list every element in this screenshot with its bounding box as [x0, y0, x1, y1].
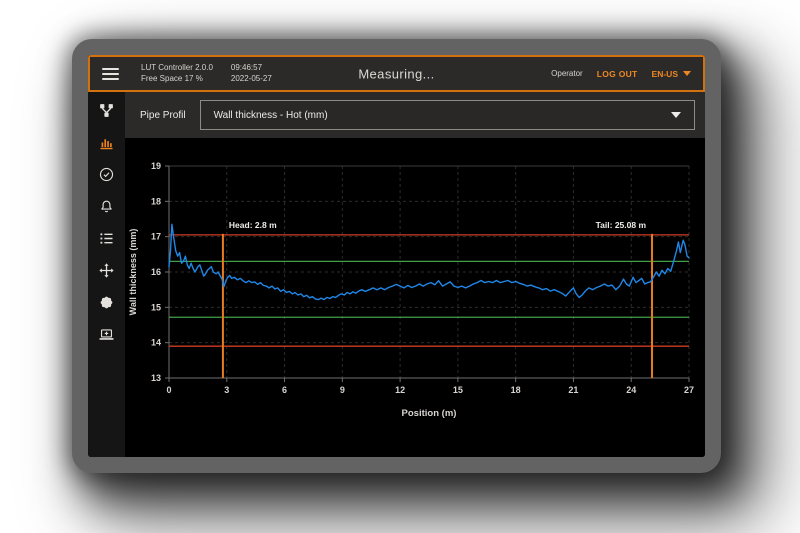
sidebar-item-checks[interactable]: [95, 165, 119, 184]
chevron-down-icon: [671, 112, 681, 118]
language-selector[interactable]: EN-US: [652, 69, 691, 79]
pipe-profile-label: Pipe Profil: [140, 110, 186, 121]
marker-label: Tail: 25.08 m: [596, 220, 647, 230]
marker-label: Head: 2.8 m: [229, 220, 277, 230]
y-tick-label: 19: [151, 161, 161, 171]
gear-icon: [98, 294, 115, 311]
main-content: Pipe Profil Wall thickness - Hot (mm) 0 3…: [125, 92, 705, 457]
move-icon: [98, 262, 115, 279]
sidebar-item-alarms[interactable]: [95, 197, 119, 216]
sidebar-item-move[interactable]: [95, 261, 119, 280]
pipe-profile-row: Pipe Profil Wall thickness - Hot (mm): [125, 92, 705, 138]
logout-button[interactable]: LOG OUT: [597, 69, 638, 79]
status-title: Measuring...: [358, 66, 434, 81]
chart-area: 0 3 6 9 12 15 18 21 24 27 13 14 15 16 17 18 19 Position (…: [125, 138, 705, 457]
x-tick-label: 27: [684, 385, 694, 395]
x-tick-label: 9: [340, 385, 345, 395]
x-tick-label: 24: [626, 385, 636, 395]
x-tick-label: 18: [511, 385, 521, 395]
user-role-label: Operator: [551, 69, 583, 78]
bell-icon: [98, 198, 115, 215]
app-body: Pipe Profil Wall thickness - Hot (mm) 0 3…: [88, 92, 705, 457]
sidebar-item-log[interactable]: [95, 229, 119, 248]
app-screen: LUT Controller 2.0.0 09:46:57 Free Space…: [88, 55, 705, 457]
x-tick-label: 15: [453, 385, 463, 395]
y-tick-label: 13: [151, 373, 161, 383]
y-tick-label: 15: [151, 302, 161, 312]
sidebar-item-chart[interactable]: [95, 133, 119, 152]
device-frame: LUT Controller 2.0.0 09:46:57 Free Space…: [72, 39, 721, 473]
laptop-plus-icon: [98, 326, 115, 343]
profile-select[interactable]: Wall thickness - Hot (mm): [200, 100, 695, 130]
date: 2022-05-27: [231, 75, 272, 83]
workflow-icon: [98, 102, 115, 119]
profile-select-value: Wall thickness - Hot (mm): [214, 110, 328, 121]
sidebar: [88, 92, 125, 457]
y-axis-title: Wall thickness (mm): [128, 229, 138, 316]
hamburger-icon: [102, 68, 119, 70]
x-tick-label: 6: [282, 385, 287, 395]
wall-thickness-chart: 0 3 6 9 12 15 18 21 24 27 13 14 15 16 17 18 19 Position (…: [125, 138, 705, 457]
sidebar-item-workflow[interactable]: [95, 101, 119, 120]
x-axis-title: Position (m): [402, 408, 457, 419]
clock: 09:46:57: [231, 64, 272, 72]
chevron-down-icon: [683, 71, 691, 76]
app-name: LUT Controller 2.0.0: [141, 64, 213, 72]
free-space: Free Space 17 %: [141, 75, 213, 83]
y-tick-label: 14: [151, 338, 161, 348]
y-tick-label: 17: [151, 232, 161, 242]
check-circle-icon: [98, 166, 115, 183]
x-tick-label: 21: [568, 385, 578, 395]
y-tick-label: 16: [151, 267, 161, 277]
top-bar-right: Operator LOG OUT EN-US: [551, 69, 691, 79]
page-background: LUT Controller 2.0.0 09:46:57 Free Space…: [0, 0, 800, 533]
sidebar-item-machine[interactable]: [95, 325, 119, 344]
language-value: EN-US: [652, 69, 678, 79]
y-tick-label: 18: [151, 196, 161, 206]
list-icon: [98, 230, 115, 247]
bar-chart-icon: [98, 134, 115, 151]
sidebar-item-settings[interactable]: [95, 293, 119, 312]
menu-button[interactable]: [102, 68, 119, 80]
x-tick-label: 3: [224, 385, 229, 395]
top-bar: LUT Controller 2.0.0 09:46:57 Free Space…: [88, 55, 705, 92]
app-info: LUT Controller 2.0.0 09:46:57 Free Space…: [141, 64, 272, 83]
x-tick-label: 0: [166, 385, 171, 395]
x-tick-label: 12: [395, 385, 405, 395]
